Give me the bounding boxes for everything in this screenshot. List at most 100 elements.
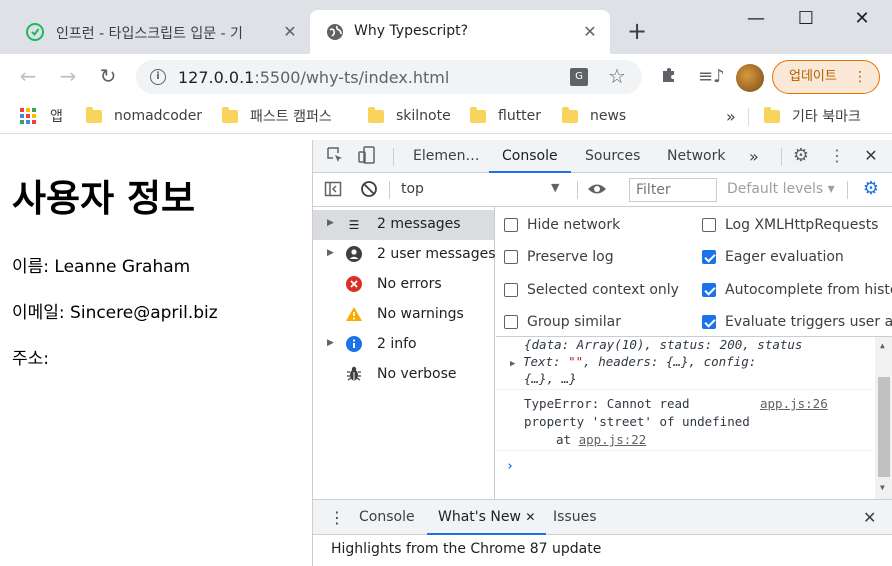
chevron-down-icon[interactable]: ▼ <box>551 181 559 194</box>
tab-why-typescript[interactable]: Why Typescript? ✕ <box>310 10 610 54</box>
sidebar-item-label: 2 messages <box>377 216 461 232</box>
bookmarks-overflow-button[interactable]: » <box>726 106 736 126</box>
minimize-button[interactable]: — <box>744 8 768 32</box>
scroll-down-icon[interactable]: ▼ <box>880 483 885 492</box>
checkbox-label: Evaluate triggers user activation <box>725 314 892 330</box>
bookmark-other-folder[interactable]: 기타 북마크 <box>764 106 861 126</box>
preserve-log-checkbox[interactable]: Preserve log <box>504 247 614 267</box>
drawer-menu-icon[interactable]: ⋮ <box>329 500 345 535</box>
sidebar-item-label: 2 user messages <box>377 246 496 262</box>
checkbox-box <box>504 218 518 232</box>
tab-inflearn[interactable]: 인프런 - 타입스크립트 입문 - 기 ✕ <box>0 10 310 54</box>
close-devtools-icon[interactable]: ✕ <box>861 146 881 166</box>
autocomplete-history-checkbox[interactable]: Autocomplete from history <box>702 280 892 300</box>
media-queue-icon[interactable]: ≡♪ <box>698 66 725 88</box>
close-icon[interactable]: ✕ <box>525 510 535 524</box>
console-output: {data: Array(10), status: 200, status ▶ … <box>496 337 892 499</box>
drawer-tab-label: What's New <box>438 509 521 525</box>
console-string: "" <box>568 354 584 369</box>
console-scrollbar[interactable]: ▲ ▼ <box>875 337 892 499</box>
devtools-tab-bar: Elemen… Console Sources Network » ⚙ ⋮ ✕ <box>313 140 892 173</box>
sidebar-item-warnings[interactable]: No warnings <box>313 300 494 330</box>
folder-icon <box>368 106 384 123</box>
bookmark-folder[interactable]: 패스트 캠퍼스 <box>222 106 332 126</box>
console-settings-gear-icon[interactable]: ⚙ <box>861 179 881 199</box>
tab-console[interactable]: Console <box>489 140 571 173</box>
user-name: 이름: Leanne Graham <box>12 257 191 277</box>
bookmark-apps[interactable]: 앱 <box>20 106 63 126</box>
evaluate-triggers-checkbox[interactable]: Evaluate triggers user activation <box>702 312 892 332</box>
more-tabs-button[interactable]: » <box>749 140 759 173</box>
kebab-menu-icon[interactable]: ⋮ <box>827 146 847 166</box>
checkbox-box <box>702 315 716 329</box>
drawer-tab-issues[interactable]: Issues <box>553 500 597 535</box>
forward-arrow-icon[interactable]: → <box>56 64 80 88</box>
tab-network[interactable]: Network <box>667 140 725 173</box>
bookmark-folder[interactable]: skilnote <box>368 106 451 126</box>
stack-frame-link[interactable]: app.js:22 <box>579 432 647 447</box>
translate-icon[interactable]: G <box>570 68 588 86</box>
update-button[interactable]: 업데이트 ⋮ <box>772 60 880 94</box>
close-drawer-icon[interactable]: ✕ <box>863 500 876 535</box>
divider <box>781 148 782 166</box>
expand-caret-icon: ▶ <box>327 248 334 258</box>
tab-close-icon[interactable]: ✕ <box>280 22 300 42</box>
devtools-panel: Elemen… Console Sources Network » ⚙ ⋮ ✕ … <box>312 140 892 566</box>
url-text[interactable]: 127.0.0.1:5500/why-ts/index.html <box>178 68 449 87</box>
sidebar-item-messages[interactable]: ▶ ☰ 2 messages <box>313 210 494 240</box>
new-tab-button[interactable]: + <box>624 19 650 45</box>
bookmark-folder[interactable]: nomadcoder <box>86 106 202 126</box>
sidebar-item-user-messages[interactable]: ▶ 2 user messages <box>313 240 496 270</box>
scrollbar-thumb[interactable] <box>878 377 890 477</box>
console-object-line[interactable]: ▶ Text: "", headers: {…}, config: <box>510 354 756 369</box>
tab-elements[interactable]: Elemen… <box>413 140 479 173</box>
back-arrow-icon[interactable]: ← <box>16 64 40 88</box>
folder-icon <box>764 106 780 123</box>
expand-triangle-icon[interactable]: ▶ <box>510 359 515 369</box>
console-text: {…}, …} <box>524 371 577 386</box>
clear-console-icon[interactable] <box>359 180 379 200</box>
sidebar-item-info[interactable]: ▶ 2 info <box>313 330 494 360</box>
log-levels-dropdown[interactable]: Default levels ▾ <box>727 181 835 197</box>
log-xhr-checkbox[interactable]: Log XMLHttpRequests <box>702 215 878 235</box>
error-source-link[interactable]: app.js:26 <box>760 396 828 411</box>
context-select[interactable]: top <box>401 181 424 197</box>
error-text: TypeError: Cannot read <box>524 396 690 411</box>
sidebar-item-label: No errors <box>377 276 442 292</box>
bookmarks-bar: 앱 nomadcoder 패스트 캠퍼스 skilnote flutter ne… <box>0 98 892 134</box>
bookmark-star-icon[interactable]: ☆ <box>608 64 626 88</box>
console-filter-input[interactable] <box>629 178 717 202</box>
drawer-tab-bar: ⋮ Console What's New ✕ Issues ✕ <box>313 499 892 535</box>
folder-icon <box>470 106 486 123</box>
reload-icon[interactable]: ↻ <box>96 64 120 88</box>
group-similar-checkbox[interactable]: Group similar <box>504 312 621 332</box>
settings-gear-icon[interactable]: ⚙ <box>791 146 811 166</box>
bookmark-folder[interactable]: news <box>562 106 626 126</box>
extensions-puzzle-icon[interactable] <box>658 66 680 88</box>
maximize-button[interactable]: ☐ <box>794 8 818 32</box>
site-info-icon[interactable]: i <box>150 69 166 85</box>
bookmark-folder[interactable]: flutter <box>470 106 541 126</box>
list-icon: ☰ <box>348 218 360 232</box>
device-toolbar-icon[interactable] <box>357 146 377 166</box>
hide-network-checkbox[interactable]: Hide network <box>504 215 620 235</box>
tab-close-icon[interactable]: ✕ <box>580 22 600 42</box>
drawer-tab-whats-new[interactable]: What's New ✕ <box>427 500 547 535</box>
page-heading: 사용자 정보 <box>12 177 196 220</box>
eager-evaluation-checkbox[interactable]: Eager evaluation <box>702 247 844 267</box>
bookmark-label: 기타 북마크 <box>792 109 861 125</box>
selected-context-checkbox[interactable]: Selected context only <box>504 280 679 300</box>
checkbox-box <box>504 315 518 329</box>
console-prompt-icon[interactable]: › <box>506 459 514 474</box>
eye-icon[interactable] <box>587 180 607 200</box>
sidebar-item-errors[interactable]: No errors <box>313 270 494 300</box>
sidebar-toggle-icon[interactable] <box>323 180 343 200</box>
address-bar[interactable]: i 127.0.0.1:5500/why-ts/index.html G ☆ <box>136 60 642 94</box>
scroll-up-icon[interactable]: ▲ <box>880 341 885 350</box>
drawer-tab-console[interactable]: Console <box>359 500 415 535</box>
profile-avatar[interactable] <box>736 64 764 92</box>
window-close-button[interactable]: ✕ <box>850 8 874 32</box>
inspect-element-icon[interactable] <box>325 146 345 166</box>
tab-sources[interactable]: Sources <box>585 140 640 173</box>
sidebar-item-verbose[interactable]: No verbose <box>313 360 494 390</box>
